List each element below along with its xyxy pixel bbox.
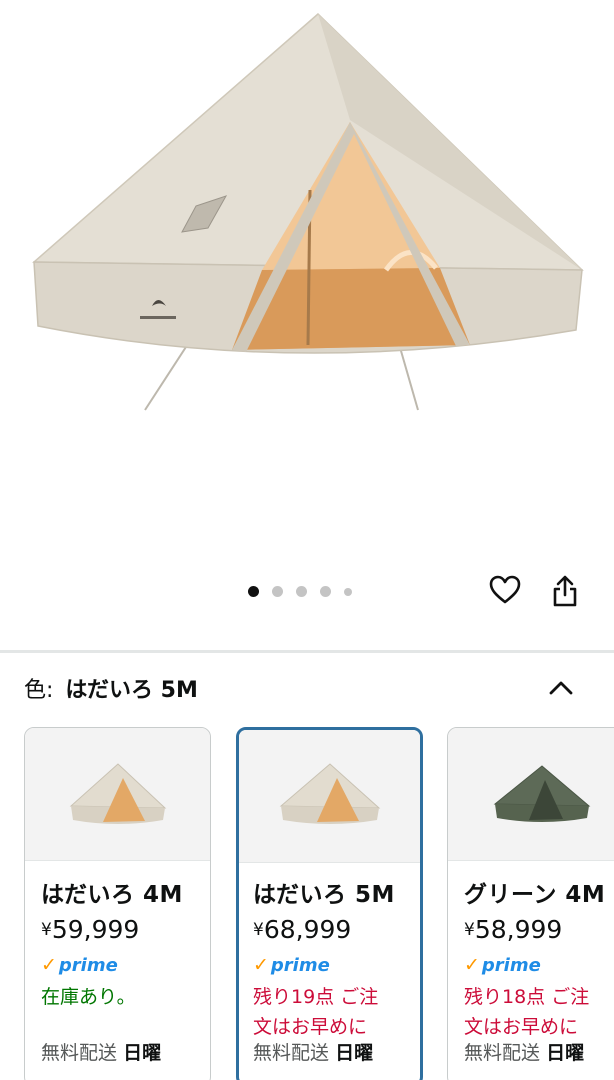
image-pagination-dots[interactable] xyxy=(248,586,352,597)
stock-status: 残り18点 ご注 文はお早めに xyxy=(464,986,590,1038)
product-image-gallery[interactable] xyxy=(0,0,614,640)
variant-card[interactable]: グリーン 4M ¥58,999 ✓ prime 残り18点 ご注 文はお早めに 無料… xyxy=(447,727,614,1080)
pagination-dot[interactable] xyxy=(248,586,259,597)
heart-icon xyxy=(489,575,521,604)
stock-status: 在庫あり。 xyxy=(41,986,136,1008)
prime-badge: ✓ prime xyxy=(253,954,330,976)
product-main-image xyxy=(32,12,584,411)
stock-status: 残り19点 ご注 文はお早めに xyxy=(253,986,379,1038)
tent-thumbnail-image xyxy=(69,763,166,824)
variant-thumbnail xyxy=(239,730,420,863)
variant-card-selected[interactable]: はだいろ 5M ¥68,999 ✓ prime 残り19点 ご注 文はお早めに 無料… xyxy=(236,727,423,1080)
variant-thumbnail xyxy=(448,728,614,861)
prime-check-icon: ✓ xyxy=(41,954,57,976)
color-label: 色: xyxy=(24,678,54,703)
tent-thumbnail-image xyxy=(279,763,380,824)
share-icon xyxy=(553,575,577,607)
shipping-info: 無料配送 日曜 xyxy=(41,1042,162,1064)
variant-price: ¥58,999 xyxy=(464,915,563,944)
pagination-dot[interactable] xyxy=(272,586,283,597)
variant-name: グリーン 4M xyxy=(464,882,606,908)
collapse-button[interactable] xyxy=(544,671,578,705)
variant-name: はだいろ 5M xyxy=(253,882,395,908)
variant-card[interactable]: はだいろ 4M ¥59,999 ✓ prime 在庫あり。 無料配送 日曜 xyxy=(24,727,211,1080)
pagination-dot[interactable] xyxy=(320,586,331,597)
prime-check-icon: ✓ xyxy=(253,954,269,976)
prime-badge: ✓ prime xyxy=(41,954,118,976)
shipping-info: 無料配送 日曜 xyxy=(253,1042,374,1064)
wishlist-button[interactable] xyxy=(488,574,528,614)
variant-price: ¥59,999 xyxy=(41,915,140,944)
color-selector-header[interactable]: 色: はだいろ 5M xyxy=(0,653,614,723)
selected-color-value: はだいろ 5M xyxy=(65,678,198,703)
pagination-dot[interactable] xyxy=(344,587,352,596)
variant-price: ¥68,999 xyxy=(253,915,352,944)
tent-thumbnail-image xyxy=(493,765,591,822)
prime-badge: ✓ prime xyxy=(464,954,541,976)
variant-name: はだいろ 4M xyxy=(41,882,183,908)
chevron-up-icon xyxy=(549,681,573,695)
pagination-dot[interactable] xyxy=(296,586,307,597)
prime-check-icon: ✓ xyxy=(464,954,480,976)
variant-thumbnail xyxy=(25,728,210,861)
share-button[interactable] xyxy=(550,574,590,614)
shipping-info: 無料配送 日曜 xyxy=(464,1042,585,1064)
